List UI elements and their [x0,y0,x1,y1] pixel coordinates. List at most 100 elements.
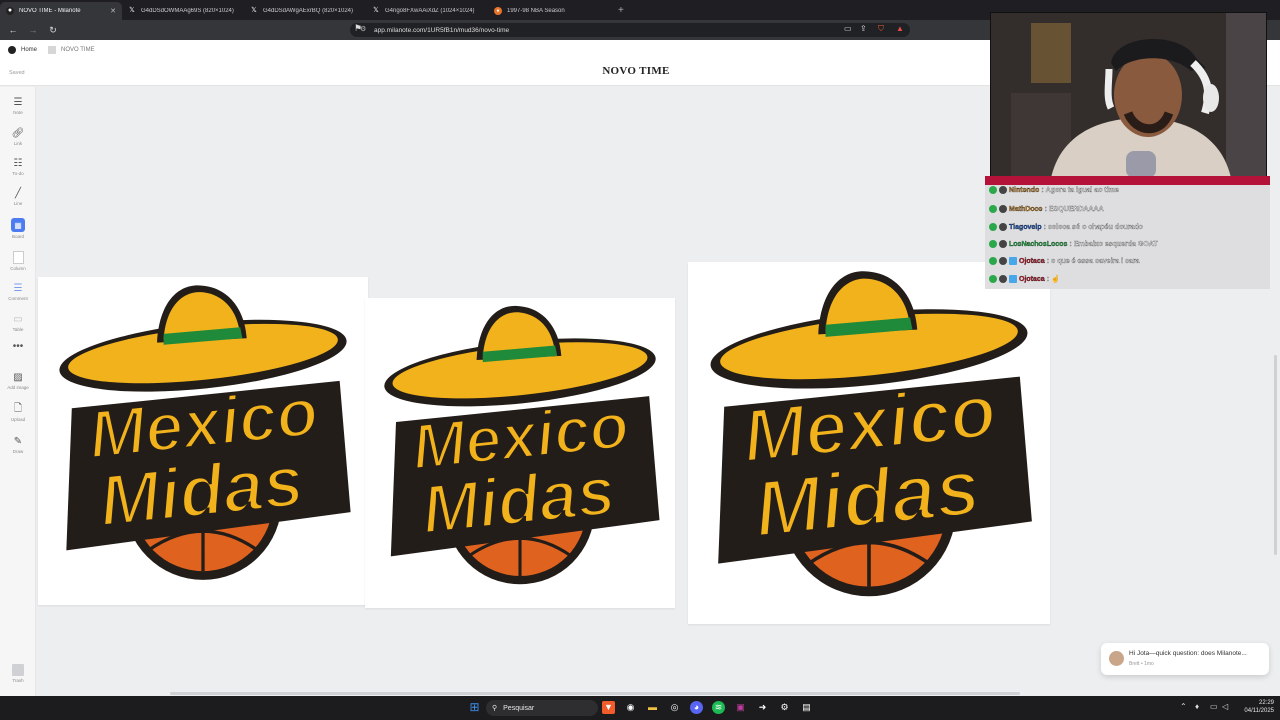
trash-button[interactable]: Trash [8,664,28,683]
badge-icon [989,223,997,231]
mexico-midas-logo-image: MexicoMidas [384,305,660,585]
tool-note[interactable]: ☰ Note [0,96,36,116]
back-icon[interactable]: ← [6,25,20,35]
folder-icon[interactable]: ▬ [646,701,659,714]
rewards-icon[interactable]: ▲ [896,24,904,33]
tool-column[interactable]: Column [0,251,36,271]
cast-icon[interactable]: ▭ [844,24,852,33]
chat-text: ESQUERDAAAA [1048,205,1104,213]
breadcrumb: Home NOVO TIME [8,46,95,54]
forward-icon[interactable]: → [26,25,40,35]
link-icon: 🔗︎ [11,127,25,139]
terminal-icon[interactable]: ➜ [756,701,769,714]
chat-user: Tiagovelp [1009,223,1042,231]
image-icon: ▨ [13,371,23,383]
brave-browser-icon[interactable]: ▼ [602,701,615,714]
obs-icon[interactable]: ◉ [624,701,637,714]
image-card-logo-1[interactable]: Mexico Midas [38,277,368,605]
x-icon: 𝕏 [251,7,257,14]
tool-label: Column [10,266,26,271]
tool-line[interactable]: ╱ Line [0,187,36,207]
settings-icon[interactable]: ⚙ [778,701,791,714]
windows-start-icon[interactable]: ⊞ [468,701,481,714]
mexico-midas-logo-image: MexicoMidas [59,285,351,580]
trash-label: Trash [12,678,24,683]
chat-message: LosNachosLocos: Embaixo esquerda GOAT [989,240,1158,248]
board-icon [48,46,57,54]
tool-comment[interactable]: ☰ Comment [0,282,36,302]
tab-image-2[interactable]: 𝕏 G4dDSdAWgAExrBQ (820×1024) [244,2,366,20]
avatar [1109,651,1124,666]
comment-icon: ☰ [13,282,23,294]
badge-icon [999,186,1007,194]
clock-date: 04/11/2025 [1244,708,1274,714]
chat-text: Embaixo esquerda GOAT [1073,240,1158,248]
tab-title: 1997-98 NBA Season [507,8,565,14]
discord-icon[interactable]: ◕ [690,701,703,714]
tool-label: Line [13,201,23,206]
brave-shield-icon[interactable]: ⛉ [878,24,884,34]
taskbar-search[interactable]: ⚲ Pesquisar [486,700,598,716]
mic-icon[interactable]: ♦ [1195,702,1199,711]
tool-board[interactable]: ▦ Board [0,218,36,239]
home-icon[interactable] [8,46,16,54]
image-card-logo-3[interactable]: Mexico Midas [688,262,1050,624]
breadcrumb-home[interactable]: Home [21,47,37,53]
new-tab-button[interactable]: + [618,5,624,16]
tool-label: Upload [10,417,26,422]
address-bar[interactable]: ⚙ app.milanote.com/1UR5fB1n/mud36/novo-t… [350,23,910,37]
chat-message: Ojotaca: o que é essa caveira i cara [989,257,1140,265]
tab-title: NOVO TIME - Milanote [19,8,81,14]
close-icon[interactable]: ✕ [110,7,116,15]
capture-icon[interactable]: ▤ [800,701,813,714]
breadcrumb-current[interactable]: NOVO TIME [61,47,95,53]
vertical-scrollbar[interactable] [1274,355,1277,555]
image-card-logo-2[interactable]: Mexico Midas [365,298,675,608]
chrome-icon[interactable]: ◎ [668,701,681,714]
tool-label: Draw [12,449,24,454]
horizontal-scrollbar[interactable] [170,692,1020,695]
chat-message: Tiagovelp: coloca só o chapéu dourado [989,223,1143,231]
tab-milanote[interactable]: ● NOVO TIME - Milanote ✕ [0,2,122,20]
tool-draw[interactable]: ✎ Draw [0,435,36,455]
page-title[interactable]: NOVO TIME [560,65,712,77]
image-card-top[interactable] [237,87,417,117]
tab-nba-season[interactable]: ● 1997-98 NBA Season [488,2,610,20]
badge-icon [999,257,1007,265]
badge-icon [989,240,997,248]
bookmark-icon[interactable]: ⚑ [354,23,362,34]
spotify-icon[interactable]: ≋ [712,701,725,714]
trash-icon [12,664,24,676]
pen-icon: ✎ [13,435,23,447]
tool-add-image[interactable]: ▨ Add image [0,371,36,391]
chat-user: Ojotaca [1019,275,1045,283]
tool-table[interactable]: ▭ Table [0,313,36,333]
reload-icon[interactable]: ↻ [46,25,60,36]
chat-message: Nintendo: Agora ta igual ao time [989,186,1119,194]
x-icon: 𝕏 [373,7,379,14]
tab-image-3[interactable]: 𝕏 G4ngo8FXwAAiXdZ (1024×1024) [366,2,488,20]
tool-label: Table [12,327,24,332]
tool-link[interactable]: 🔗︎ Link [0,127,36,147]
tool-upload[interactable]: 🗋︎ Upload [0,403,36,423]
support-message-toast[interactable]: Hi Jota—quick question: does Milanote...… [1101,643,1269,675]
toast-meta: Brett • 1mo [1129,661,1154,667]
chevron-up-icon[interactable]: ⌃ [1180,702,1187,711]
tab-image-1[interactable]: 𝕏 G4dDSdOWMAAg69S (820×1024) [122,2,244,20]
network-icon[interactable]: ▭ [1210,702,1218,711]
tool-label: Board [11,234,24,239]
system-clock[interactable]: 22:29 04/11/2025 [1236,699,1274,715]
todo-icon: ☷ [13,157,23,169]
note-icon: ☰ [13,96,23,108]
taskbar: ⊞ ⚲ Pesquisar ▼ ◉ ▬ ◎ ◕ ≋ ▣ ➜ ⚙ ▤ ⌃ ♦ ▭ … [0,696,1280,720]
tool-label: Add image [7,385,29,390]
badge-icon [999,240,1007,248]
tool-todo[interactable]: ☷ To-do [0,157,36,177]
tool-more[interactable]: ••• [0,340,36,352]
app-icon[interactable]: ▣ [734,701,747,714]
share-icon[interactable]: ⇪ [860,24,867,33]
volume-icon[interactable]: ◁ [1222,702,1228,711]
tab-title: G4dDSdAWgAExrBQ (820×1024) [263,8,353,14]
tool-label: Link [13,141,23,146]
badge-icon [989,205,997,213]
